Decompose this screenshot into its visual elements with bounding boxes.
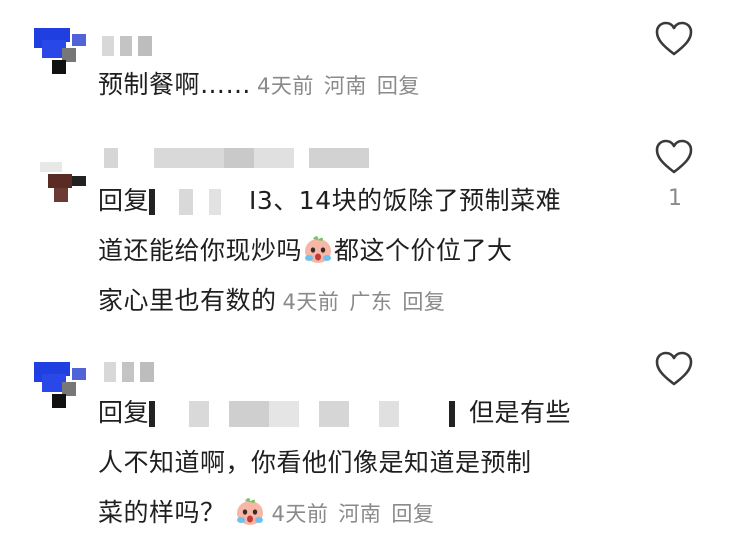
mentioned-user-redacted[interactable]	[149, 401, 470, 427]
comment-text: 预制餐啊…… 4天前 河南 回复	[98, 60, 430, 111]
heart-outline-icon	[655, 139, 693, 174]
comment-time: 4天前	[271, 502, 329, 526]
comment-location: 河南	[323, 74, 367, 98]
crying-face-emoji-icon	[236, 498, 263, 525]
comment-location: 河南	[338, 502, 382, 526]
avatar[interactable]	[34, 356, 90, 412]
comment-1: 预制餐啊…… 4天前 河南 回复	[0, 0, 731, 120]
comment-line-1: 回复 但是有些	[98, 388, 638, 438]
comment-meta: 4天前 河南 回复	[272, 502, 445, 526]
comment-2: 回复 I3、14块的饭除了预制菜难 道还能给你现炒吗 都这个价位了大 家心里也有数…	[0, 130, 731, 330]
reply-prefix: 回复	[98, 186, 150, 215]
comment-line-1: 回复 I3、14块的饭除了预制菜难	[98, 176, 638, 226]
comment-location: 广东	[349, 290, 393, 314]
comment-content: 菜的样吗？	[98, 498, 226, 527]
comment-content: 家心里也有数的	[98, 286, 277, 315]
username-redacted[interactable]	[104, 362, 164, 382]
reply-button[interactable]: 回复	[391, 502, 434, 526]
comment-line-3: 菜的样吗？ 4天前 河南 回复	[98, 488, 638, 539]
crying-face-emoji-icon	[305, 236, 332, 263]
comment-content: 道还能给你现炒吗	[98, 236, 303, 265]
like-count: 1	[668, 186, 682, 211]
heart-outline-icon	[655, 351, 693, 386]
avatar[interactable]	[34, 20, 90, 76]
comment-content: I3、14块的饭除了预制菜难	[249, 186, 562, 215]
like-button[interactable]	[652, 18, 696, 58]
username-redacted[interactable]	[102, 36, 162, 56]
reply-button[interactable]: 回复	[377, 74, 420, 98]
comment-content: 预制餐啊……	[98, 70, 252, 99]
comment-text: 回复 但是有些 人不知道啊，你看他们像是知道是预制 菜的样吗？ 4天前 河南 回复	[98, 388, 638, 539]
comment-line-2: 人不知道啊，你看他们像是知道是预制	[98, 438, 638, 488]
like-button[interactable]	[652, 348, 696, 388]
comment-time: 4天前	[257, 74, 314, 98]
comment-line-2: 道还能给你现炒吗 都这个价位了大	[98, 226, 638, 276]
mentioned-user-redacted[interactable]	[149, 189, 250, 215]
heart-outline-icon	[655, 21, 693, 56]
comment-content: 但是有些	[469, 398, 572, 427]
reply-prefix: 回复	[98, 398, 150, 427]
comment-meta: 4天前 广东 回复	[283, 290, 456, 314]
avatar[interactable]	[34, 152, 90, 208]
username-redacted[interactable]	[104, 148, 374, 168]
comment-line-3: 家心里也有数的 4天前 广东 回复	[98, 276, 638, 327]
comment-content: 人不知道啊，你看他们像是知道是预制	[98, 448, 532, 477]
comment-meta: 4天前 河南 回复	[257, 74, 430, 98]
comment-time: 4天前	[282, 290, 340, 314]
like-button[interactable]	[652, 136, 696, 176]
comment-3: 回复 但是有些 人不知道啊，你看他们像是知道是预制 菜的样吗？ 4天前 河南 回复	[0, 340, 731, 546]
reply-button[interactable]: 回复	[402, 290, 445, 314]
comment-text: 回复 I3、14块的饭除了预制菜难 道还能给你现炒吗 都这个价位了大 家心里也有数…	[98, 176, 638, 327]
comment-content: 都这个价位了大	[334, 236, 513, 265]
